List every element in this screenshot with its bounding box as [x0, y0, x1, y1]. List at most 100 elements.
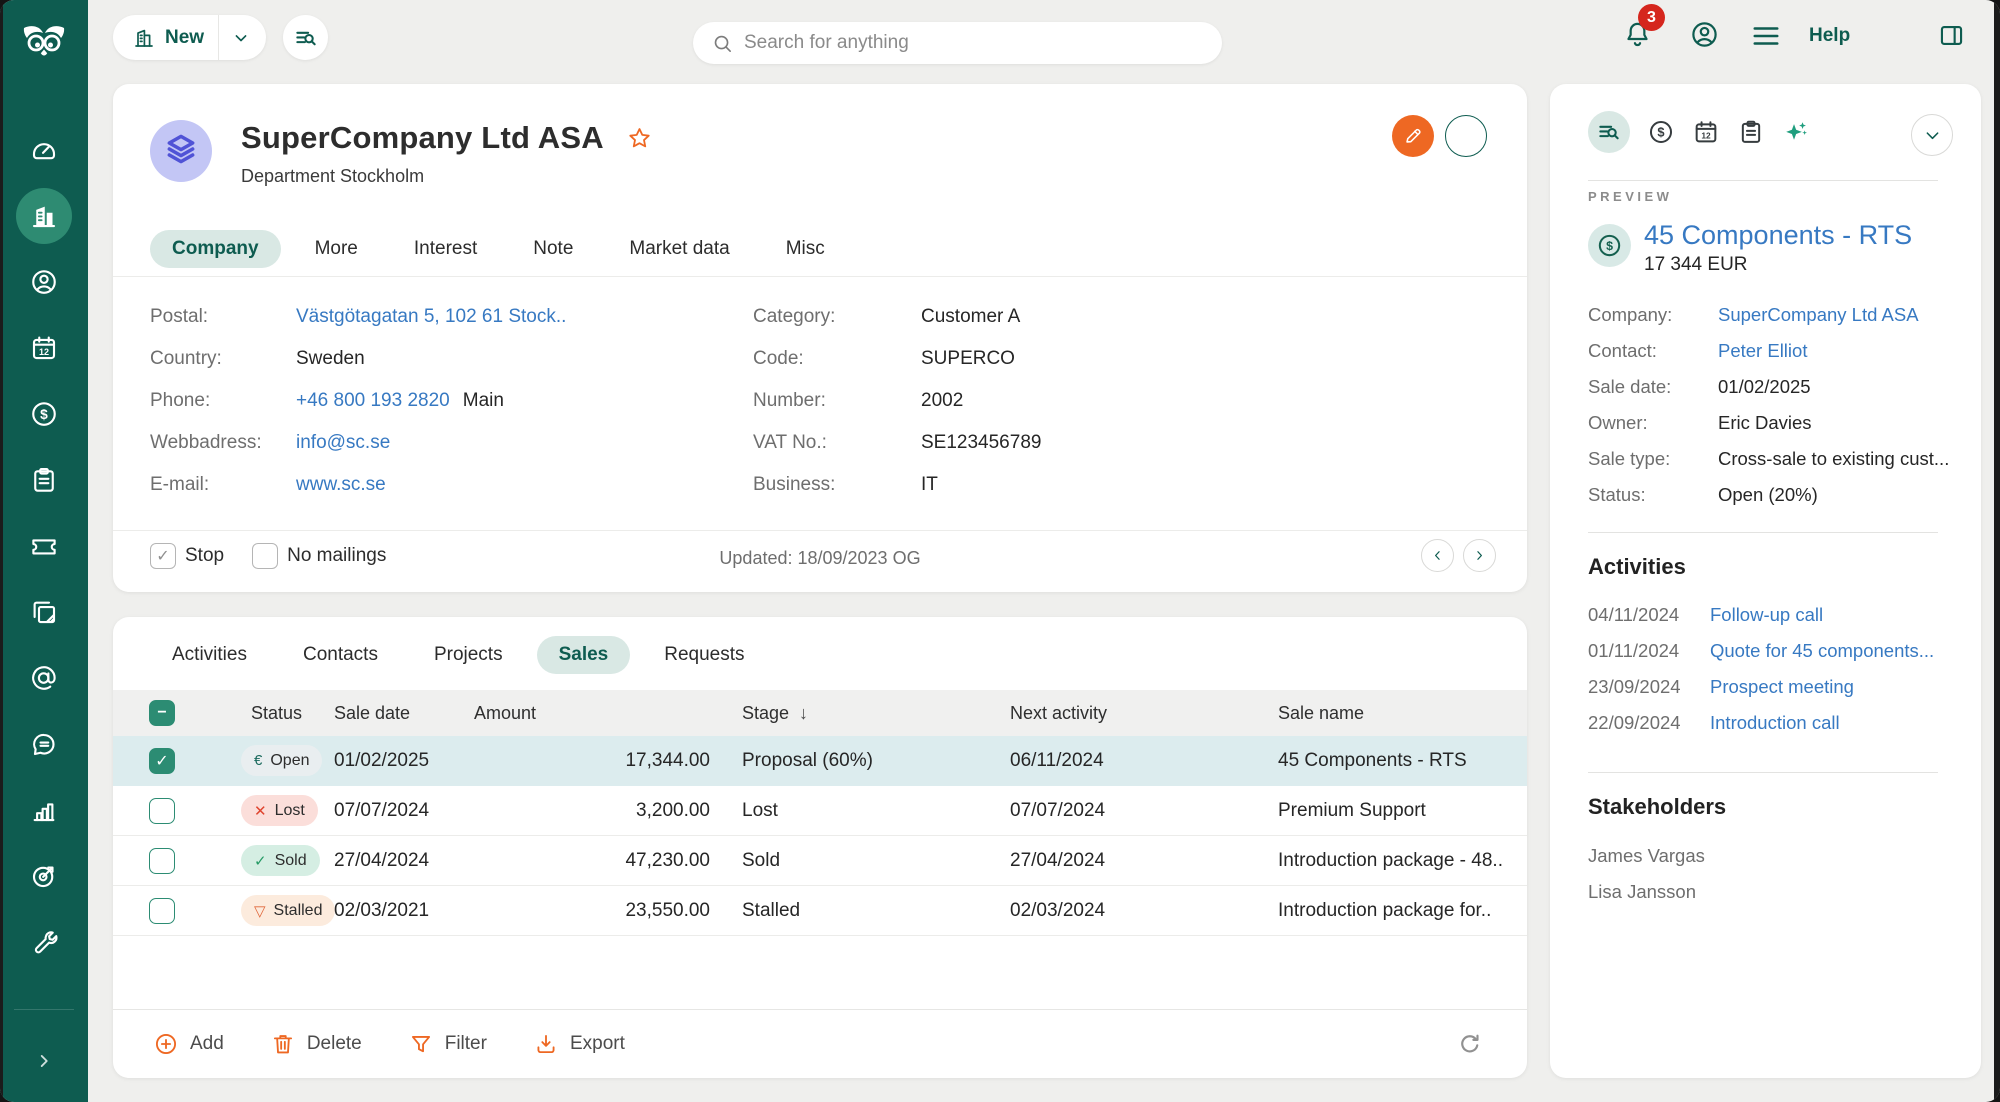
delete-button[interactable]: Delete: [270, 1031, 362, 1057]
activity-link[interactable]: Follow-up call: [1710, 604, 1823, 626]
new-button[interactable]: New: [113, 15, 266, 60]
wrench-icon: [29, 927, 59, 957]
sale-title-link[interactable]: 45 Components - RTS: [1644, 220, 1912, 251]
webaddress-link[interactable]: info@sc.se: [296, 432, 390, 454]
company-more-actions-button[interactable]: [1445, 115, 1487, 157]
global-search: [693, 22, 1222, 64]
tab-interest[interactable]: Interest: [392, 230, 499, 268]
cell-amount: 17,344.00: [474, 750, 710, 772]
table-row[interactable]: ✕ Lost 07/07/2024 3,200.00 Lost 07/07/20…: [113, 786, 1527, 836]
row-checkbox[interactable]: ✓: [149, 748, 175, 774]
tab-company[interactable]: Company: [150, 230, 281, 268]
euro-icon: €: [254, 752, 262, 769]
preview-list-tool[interactable]: [1588, 111, 1630, 153]
preview-ai-tool[interactable]: [1782, 118, 1810, 146]
tab-market-data[interactable]: Market data: [607, 230, 751, 268]
field-email: E-mail: www.sc.se: [150, 464, 730, 506]
tab-misc[interactable]: Misc: [764, 230, 847, 268]
postal-link[interactable]: Västgötagatan 5, 102 61 Stock..: [296, 306, 566, 328]
column-header-sale-date[interactable]: Sale date: [334, 703, 474, 724]
cell-stage: Lost: [742, 800, 1010, 822]
activity-link[interactable]: Prospect meeting: [1710, 676, 1854, 698]
column-header-stage[interactable]: Stage ↓: [742, 703, 1010, 724]
window-edge-right: [1994, 0, 2000, 1102]
tab-note[interactable]: Note: [511, 230, 595, 268]
favorite-star-icon[interactable]: [626, 125, 653, 152]
search-input[interactable]: [744, 32, 1204, 54]
chevron-right-icon: [33, 1050, 55, 1072]
table-row[interactable]: ✓ Sold 27/04/2024 47,230.00 Sold 27/04/2…: [113, 836, 1527, 886]
sidebar-item-companies[interactable]: [0, 183, 88, 249]
pencil-icon: [1402, 125, 1424, 147]
tab-sales[interactable]: Sales: [537, 636, 631, 674]
collapse-preview-button[interactable]: [1911, 114, 1953, 156]
column-header-status[interactable]: Status: [241, 703, 334, 724]
ticket-icon: [29, 531, 59, 561]
company-subtitle: Department Stockholm: [241, 166, 653, 187]
tab-projects[interactable]: Projects: [412, 636, 525, 674]
sidebar-item-email[interactable]: [0, 645, 88, 711]
filter-button[interactable]: Filter: [408, 1031, 487, 1057]
plus-circle-icon: [153, 1031, 179, 1057]
previous-record-button[interactable]: [1421, 539, 1454, 572]
sidebar-expand-button[interactable]: [33, 1050, 55, 1072]
sidebar-item-sales[interactable]: $: [0, 381, 88, 447]
row-checkbox[interactable]: [149, 798, 175, 824]
sidebar-item-goals[interactable]: [0, 843, 88, 909]
cell-next-activity: 07/07/2024: [1010, 800, 1278, 822]
sales-toolbar: Add Delete Filter Export: [113, 1009, 1527, 1078]
table-row[interactable]: ▽ Stalled 02/03/2021 23,550.00 Stalled 0…: [113, 886, 1527, 936]
tab-contacts[interactable]: Contacts: [281, 636, 400, 674]
toggle-side-panel-button[interactable]: [1938, 22, 1965, 49]
column-header-next-activity[interactable]: Next activity: [1010, 703, 1278, 724]
sidebar-divider: [14, 1009, 74, 1010]
sale-amount: 17 344 EUR: [1644, 254, 1912, 276]
sidebar-item-dashboard[interactable]: [0, 117, 88, 183]
saved-searches-button[interactable]: [283, 15, 328, 60]
sidebar-item-chat[interactable]: [0, 711, 88, 777]
edit-company-button[interactable]: [1392, 115, 1434, 157]
preview-tasks-tool[interactable]: [1737, 118, 1765, 146]
email-link[interactable]: www.sc.se: [296, 474, 386, 496]
stakeholder-item: Lisa Jansson: [1588, 874, 1705, 910]
contact-link[interactable]: Peter Elliot: [1718, 340, 1807, 362]
activity-link[interactable]: Introduction call: [1710, 712, 1840, 734]
help-link[interactable]: Help: [1809, 25, 1850, 47]
tab-more[interactable]: More: [293, 230, 380, 268]
sidebar-item-calendar[interactable]: 12: [0, 315, 88, 381]
column-header-amount[interactable]: Amount: [474, 703, 710, 724]
next-record-button[interactable]: [1463, 539, 1496, 572]
new-dropdown-toggle[interactable]: [219, 28, 263, 48]
refresh-button[interactable]: [1457, 1031, 1483, 1057]
new-button-label: New: [165, 27, 204, 49]
row-checkbox[interactable]: [149, 848, 175, 874]
export-button[interactable]: Export: [533, 1031, 625, 1057]
row-checkbox[interactable]: [149, 898, 175, 924]
sidebar-item-documents[interactable]: [0, 579, 88, 645]
sidebar-item-tasks[interactable]: [0, 447, 88, 513]
user-menu-button[interactable]: [1689, 19, 1720, 50]
person-circle-icon: [29, 267, 59, 297]
cell-sale-date: 27/04/2024: [334, 850, 474, 872]
column-header-sale-name[interactable]: Sale name: [1278, 703, 1527, 724]
company-card-footer: ✓ Stop No mailings Updated: 18/09/2023 O…: [113, 530, 1527, 592]
cell-stage: Proposal (60%): [742, 750, 1010, 772]
phone-link[interactable]: +46 800 193 2820: [296, 390, 450, 412]
preview-calendar-tool[interactable]: 12: [1692, 118, 1720, 146]
select-all-checkbox[interactable]: −: [149, 700, 175, 726]
main-menu-button[interactable]: [1751, 24, 1781, 48]
preview-divider: [1588, 180, 1938, 181]
sidebar-item-settings[interactable]: [0, 909, 88, 975]
sidebar-item-statistics[interactable]: [0, 777, 88, 843]
company-card: SuperCompany Ltd ASA Department Stockhol…: [113, 84, 1527, 592]
activity-link[interactable]: Quote for 45 components...: [1710, 640, 1934, 662]
sidebar-item-contacts[interactable]: [0, 249, 88, 315]
table-row[interactable]: ✓ € Open 01/02/2025 17,344.00 Proposal (…: [113, 736, 1527, 786]
preview-sales-tool[interactable]: $: [1647, 118, 1675, 146]
company-link[interactable]: SuperCompany Ltd ASA: [1718, 304, 1919, 326]
add-button[interactable]: Add: [153, 1031, 224, 1057]
sidebar-item-tickets[interactable]: [0, 513, 88, 579]
svg-text:$: $: [1606, 239, 1613, 253]
tab-activities[interactable]: Activities: [150, 636, 269, 674]
tab-requests[interactable]: Requests: [642, 636, 766, 674]
